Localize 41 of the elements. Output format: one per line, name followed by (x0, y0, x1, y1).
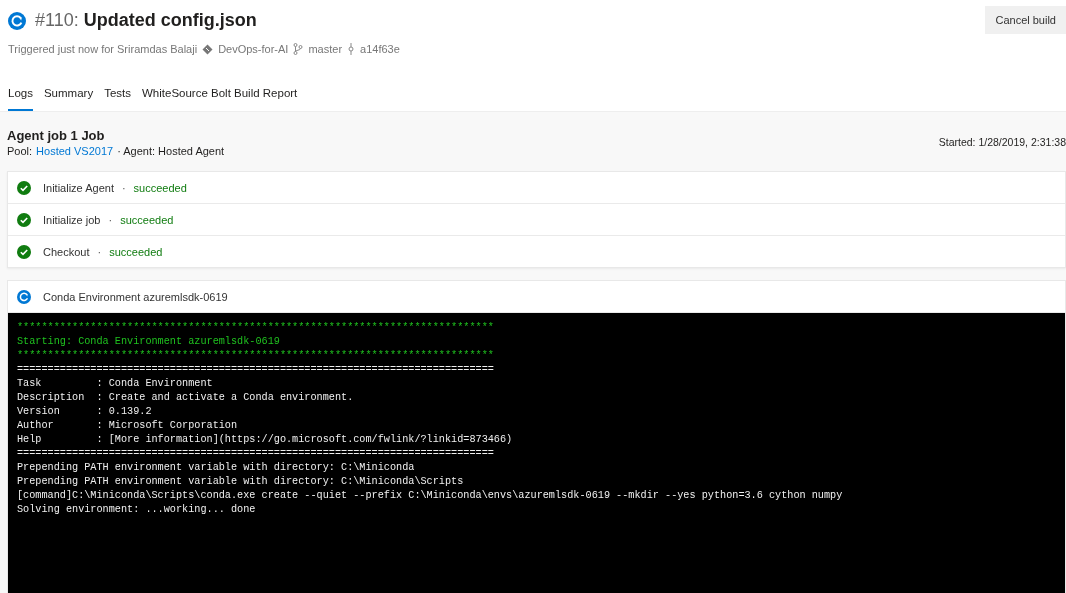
step-name[interactable]: Initialize Agent (43, 181, 114, 194)
step-status: succeeded (133, 181, 187, 194)
step-status: succeeded (109, 245, 163, 258)
log-line: [command]C:\Miniconda\Scripts\conda.exe create --quiet --prefix C:\Miniconda\envs\azuremlsdk-0619 --mkdir --yes python=3.6 cython numpy (17, 489, 843, 503)
tab[interactable]: Tests (104, 87, 131, 111)
log-line: ============================================================================== (17, 447, 494, 461)
pool-link[interactable]: Hosted VS2017 (36, 145, 114, 157)
log-line: Prepending PATH environment variable with directory: C:\Miniconda\Scripts (17, 475, 464, 489)
repo-link[interactable]: DevOps-for-AI (218, 43, 289, 55)
step-name[interactable]: Checkout (43, 245, 90, 258)
log-line: Solving environment: ...working... done (17, 503, 256, 517)
agent-text: · Agent: Hosted Agent (117, 145, 225, 157)
start-time: Started: 1/28/2019, 2:31:38 (938, 136, 1066, 148)
cancel-build-button[interactable]: Cancel build (985, 6, 1066, 34)
repo-icon (202, 43, 214, 55)
step-name[interactable]: Initialize job (43, 213, 101, 226)
log-line: Task : Conda Environment (17, 377, 213, 391)
separator-dot: · (97, 245, 102, 258)
trigger-text: Triggered just now for Sriramdas Balaji (8, 43, 198, 55)
log-line: Prepending PATH environment variable with directory: C:\Miniconda (17, 461, 415, 475)
tab[interactable]: Summary (43, 87, 94, 111)
log-line: ============================================================================== (17, 363, 494, 377)
branch-link[interactable]: master (308, 43, 343, 55)
job-title: Agent job 1 Job (7, 128, 106, 143)
log-line: ****************************************************************************** (17, 321, 494, 335)
separator-dot: · (121, 181, 126, 194)
log-line: Starting: Conda Environment azuremlsdk-0619 (17, 335, 280, 349)
log-line: Version : 0.139.2 (17, 405, 152, 419)
pool-label: Pool: (7, 145, 33, 157)
log-line: ****************************************************************************** (17, 349, 494, 363)
commit-icon (347, 43, 356, 55)
log-line: Description : Create and activate a Conda environment. (17, 391, 354, 405)
branch-icon (293, 43, 304, 55)
step-status: succeeded (120, 213, 174, 226)
build-title: #110: Updated config.json (35, 10, 257, 31)
log-line: Author : Microsoft Corporation (17, 419, 238, 433)
step-name[interactable]: Conda Environment azuremlsdk-0619 (43, 290, 228, 303)
tab[interactable]: WhiteSource Bolt Build Report (142, 87, 298, 111)
commit-link[interactable]: a14f63e (360, 43, 400, 55)
log-line: Help : [More information](https://go.microsoft.com/fwlink/?linkid=873466) (17, 433, 513, 447)
separator-dot: · (108, 213, 113, 226)
